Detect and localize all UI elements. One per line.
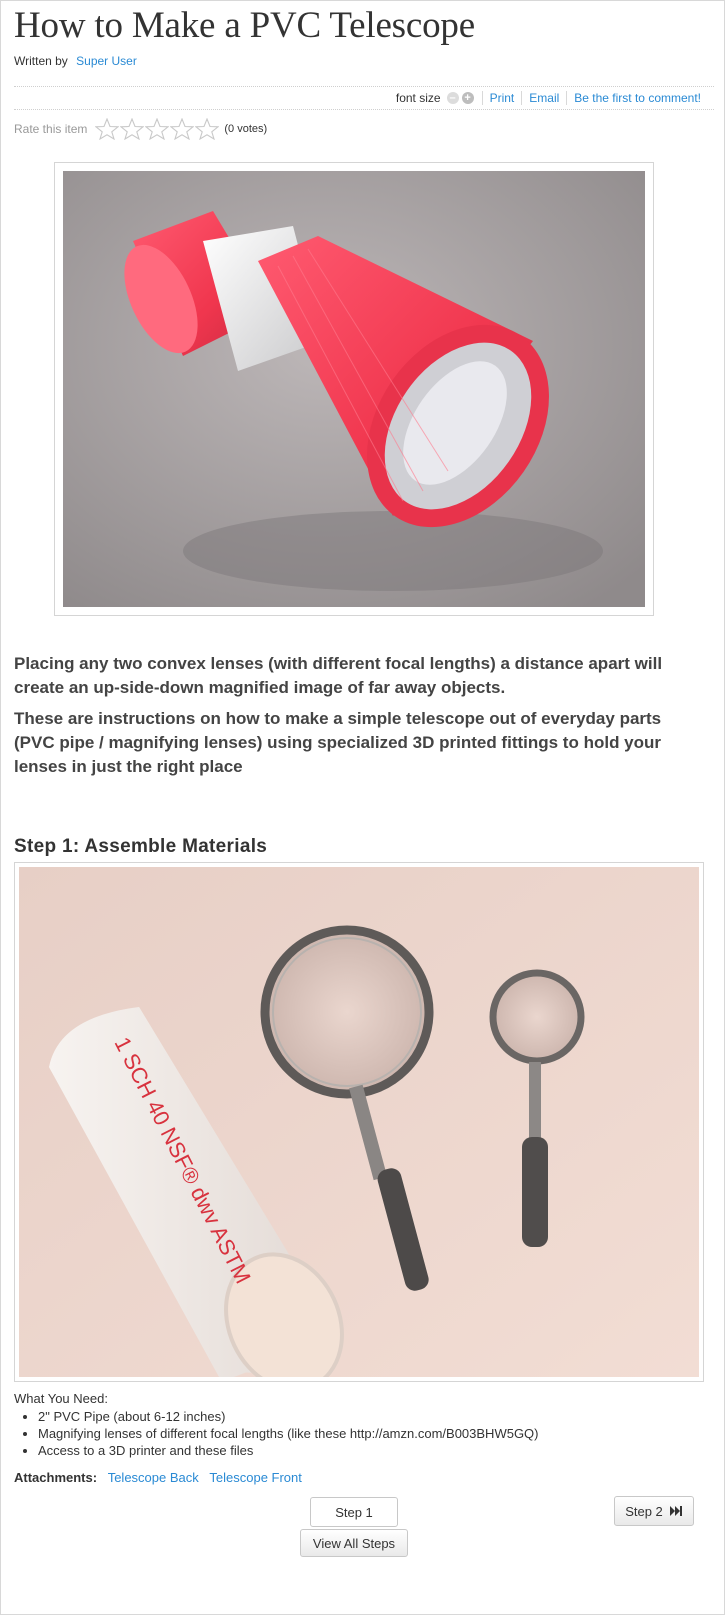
font-size-label: font size (395, 91, 441, 105)
telescope-photo (63, 171, 645, 607)
star-icon-2[interactable] (120, 118, 145, 140)
rating-widget: Rate this item (0 votes) (14, 118, 267, 140)
attachments-label: Attachments: (14, 1470, 98, 1485)
current-step-label: Step 1 (335, 1504, 373, 1520)
intro-paragraph-2: These are instructions on how to make a … (14, 709, 662, 776)
star-icon-3[interactable] (145, 118, 170, 140)
print-link[interactable]: Print (481, 91, 522, 105)
hero-image-frame (54, 162, 654, 616)
email-link[interactable]: Email (521, 91, 566, 105)
written-by-label: Written by (14, 54, 68, 68)
list-item: Magnifying lenses of different focal len… (38, 1425, 539, 1442)
attachment-link-telescope-back[interactable]: Telescope Back (108, 1470, 199, 1485)
article-tools: font size – + Print Email Be the first t… (396, 91, 708, 105)
attachment-link-telescope-front[interactable]: Telescope Front (209, 1470, 302, 1485)
need-label: What You Need: (14, 1391, 108, 1406)
comment-link[interactable]: Be the first to comment! (566, 91, 708, 105)
step-image-frame: 1 SCH 40 NSF® dwv ASTM (14, 862, 704, 1382)
list-item: Access to a 3D printer and these files (38, 1442, 539, 1459)
star-icon-4[interactable] (170, 118, 195, 140)
rating-label: Rate this item (14, 122, 88, 136)
star-icon-1[interactable] (95, 118, 120, 140)
view-all-steps-button[interactable]: View All Steps (300, 1529, 408, 1557)
next-step-button[interactable]: Step 2 (614, 1496, 694, 1526)
author-link[interactable]: Super User (76, 54, 137, 68)
step-heading: Step 1: Assemble Materials (14, 836, 268, 857)
materials-list: 2" PVC Pipe (about 6-12 inches) Magnifyi… (14, 1408, 539, 1459)
rating-stars (95, 118, 220, 140)
current-step-indicator: Step 1 (310, 1497, 398, 1527)
what-you-need: What You Need: 2" PVC Pipe (about 6-12 i… (14, 1391, 539, 1459)
materials-photo: 1 SCH 40 NSF® dwv ASTM (19, 867, 699, 1377)
intro-paragraph-1: Placing any two convex lenses (with diff… (14, 654, 663, 697)
font-increase-icon[interactable]: + (461, 92, 474, 104)
vote-count: (0 votes) (224, 123, 268, 135)
font-decrease-icon[interactable]: – (446, 92, 459, 104)
byline: Written by Super User (14, 54, 137, 68)
article-toolbar: font size – + Print Email Be the first t… (14, 86, 714, 110)
next-step-label: Step 2 (625, 1503, 663, 1519)
attachments: Attachments: Telescope Back Telescope Fr… (14, 1470, 302, 1485)
list-item: 2" PVC Pipe (about 6-12 inches) (38, 1408, 539, 1425)
view-all-steps-label: View All Steps (312, 1535, 396, 1551)
fast-forward-icon (669, 1506, 682, 1516)
page-title: How to Make a PVC Telescope (14, 5, 475, 46)
star-icon-5[interactable] (195, 118, 220, 140)
